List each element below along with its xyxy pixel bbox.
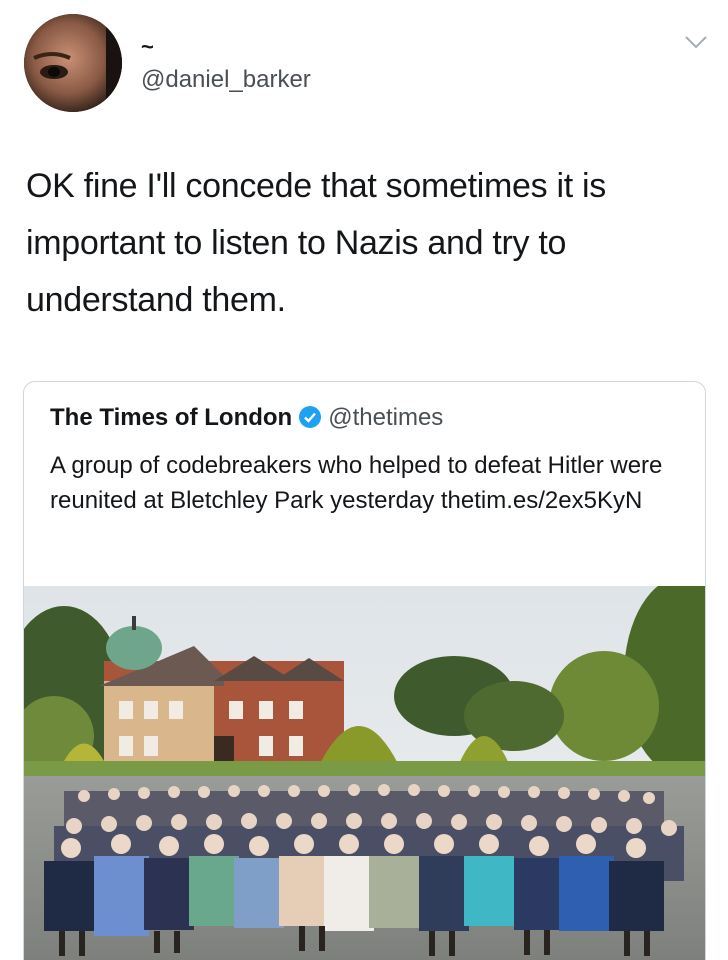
user-handle[interactable]: @daniel_barker [141, 66, 311, 94]
display-name[interactable]: ~ [141, 34, 154, 60]
verified-badge-icon [299, 406, 322, 428]
chevron-down-icon[interactable] [682, 32, 710, 52]
quoted-tweet-text: A group of codebreakers who helped to de… [50, 452, 663, 514]
tweet-text: OK fine I'll concede that sometimes it i… [26, 167, 606, 319]
quoted-author-handle: @thetimes [328, 404, 444, 431]
avatar[interactable] [24, 14, 122, 112]
quoted-tweet-header: The Times of London @thetimes [50, 404, 443, 432]
quoted-tweet-card[interactable]: The Times of London @thetimes A group of… [23, 381, 706, 960]
avatar-image [24, 14, 122, 112]
bletchley-park-group-photo [24, 586, 705, 960]
quoted-tweet-photo[interactable] [24, 586, 705, 960]
quoted-author-name: The Times of London [50, 404, 293, 431]
